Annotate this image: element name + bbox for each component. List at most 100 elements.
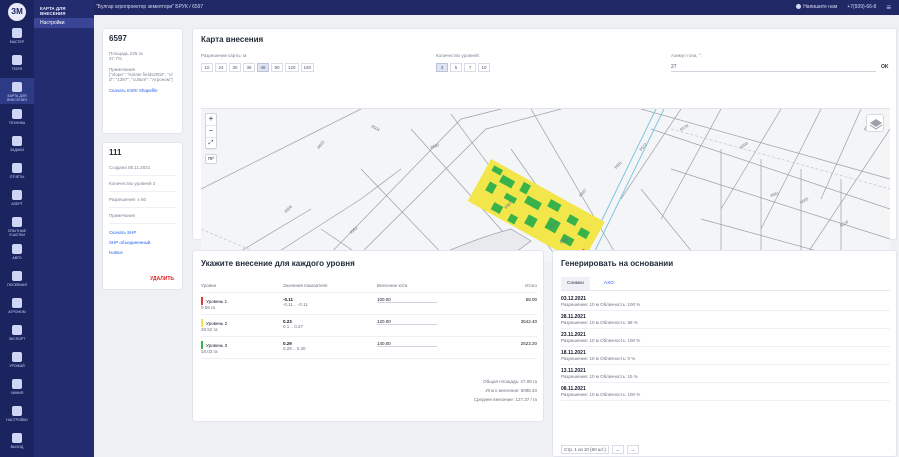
parcel-label: 6565 [799, 196, 810, 205]
levels-header: Уровни Значения показателя Внесение кг/г… [201, 279, 537, 293]
levels-option[interactable]: 5 [450, 63, 462, 72]
snapshot-item[interactable]: 08.11.2021 Разрешение: 10 м Облачность: 1… [561, 383, 890, 401]
generate-tabs: Снимки АХО [561, 277, 890, 291]
level-total: 58.00 [525, 297, 537, 302]
measure-icon[interactable]: m² [205, 154, 217, 164]
rail-item[interactable]: ОПЫТНЫЕ УЧАСТКИ [0, 213, 34, 239]
snapshot-item[interactable]: 18.11.2021 Разрешение: 10 м Облачность: 0… [561, 347, 890, 365]
rail-item-label: МАСТЕР [9, 40, 25, 44]
parcel-label: 6561 [770, 190, 781, 198]
rail-item-label: ПОЛЯ [11, 67, 23, 71]
fullscreen-icon[interactable]: ⤢ [206, 138, 216, 150]
rail-item-label: ЗАДАЧИ [10, 148, 24, 152]
rail-item[interactable]: ТЕХНИКА [0, 105, 34, 131]
parcel-label: 6580 [430, 142, 441, 150]
rail-item[interactable]: АГРОНОМ [0, 294, 34, 320]
menu-icon[interactable]: ≡ [886, 0, 891, 15]
tab-snapshots[interactable]: Снимки [561, 277, 590, 290]
nav-icon [12, 55, 22, 65]
rail-item[interactable]: МАСТЕР [0, 24, 34, 50]
rail-item[interactable]: ПОСЕВНАЯ [0, 267, 34, 293]
nav-icon [12, 433, 22, 443]
field-area-value: 37.7% [109, 56, 122, 61]
pagination-info: Стр. 1 из 10 (60 шт.) [561, 445, 609, 454]
level-rate-input[interactable]: 100.00 [377, 297, 437, 303]
resolution-option[interactable]: 30 [229, 63, 241, 72]
level-area: 0.58 га [201, 305, 216, 310]
rail-item[interactable]: АЛЕРТ [0, 186, 34, 212]
rail-item[interactable]: ХИМИЯ [0, 375, 34, 401]
nav-icon [12, 244, 22, 254]
download-shp-link[interactable]: Скачать SHP [109, 230, 176, 235]
layers-icon[interactable] [866, 114, 884, 132]
levels-selector: 3 5 7 10 [436, 63, 490, 72]
azimuth-input[interactable]: 27 [671, 63, 876, 72]
prev-page-button[interactable]: ← [611, 445, 624, 454]
level-area: 18.03 га [201, 349, 218, 354]
shp-combined-link[interactable]: SHP объединенный [109, 240, 176, 245]
user-phone[interactable]: +7(939)-66-8 [847, 0, 876, 15]
resolution-option[interactable]: 150 [300, 63, 315, 72]
rail-item[interactable]: УРОЖАЙ [0, 348, 34, 374]
rail-item[interactable]: ПОЛЯ [0, 51, 34, 77]
nav-icon [12, 406, 22, 416]
nav-icon [12, 379, 22, 389]
resolution-option[interactable]: 10 [201, 63, 213, 72]
snapshot-item[interactable]: 13.11.2021 Разрешение: 10 м Облачность: 1… [561, 365, 890, 383]
parcel-label: 6593 [739, 140, 750, 150]
parcel-label: 6578 [679, 123, 690, 132]
nav-item-settings[interactable]: Настройки [34, 18, 94, 28]
zoom-in-button[interactable]: + [206, 114, 216, 126]
map-id: 111 [109, 148, 122, 157]
nav-icon [12, 109, 22, 119]
rail-item[interactable]: АВТО [0, 240, 34, 266]
level-rate-input[interactable]: 120.00 [377, 319, 437, 325]
rail-item-label: ОТЧЁТЫ [9, 175, 25, 179]
rail-item-label: ПОСЕВНАЯ [7, 283, 27, 287]
nav-title: КАРТА ДЛЯ ВНЕСЕНИЯ [40, 6, 66, 16]
resolution-option[interactable]: 90 [271, 63, 283, 72]
breadcrumb[interactable]: "Булгар агропроектор земелтори" БРУК / 6… [96, 0, 203, 15]
resolution-option[interactable]: 48 [257, 63, 269, 72]
level-name: Уровень 2 [206, 321, 228, 326]
rail-item[interactable]: ВЫХОД [0, 429, 34, 455]
levels-label: Количество уровней: [436, 53, 480, 58]
resolution-option[interactable]: 36 [243, 63, 255, 72]
level-rate-input[interactable]: 140.00 [377, 341, 437, 347]
levels-card: Укажите внесение для каждого уровня Уров… [192, 250, 544, 422]
rail-item[interactable]: ЗАДАЧИ [0, 132, 34, 158]
levels-option[interactable]: 10 [478, 63, 490, 72]
isobus-link[interactable]: IsoBus [109, 250, 176, 255]
rail-item-label: АГРОНОМ [8, 310, 26, 314]
rail-item[interactable]: НАСТРОЙКИ [0, 402, 34, 428]
snapshot-item[interactable]: 23.11.2021 Разрешение: 10 м Облачность: 1… [561, 329, 890, 347]
level-area: 28.52 га [201, 327, 218, 332]
levels-option[interactable]: 3 [436, 63, 448, 72]
nav-icon [12, 28, 22, 38]
tab-agrochem[interactable]: АХО [598, 277, 620, 290]
snapshot-item[interactable]: 03.12.2021 Разрешение: 10 м Облачность: 1… [561, 293, 890, 311]
download-shapefile-link[interactable]: Скачать ESRI Shapefile [109, 88, 176, 93]
rail-item[interactable]: ОТЧЁТЫ [0, 159, 34, 185]
snapshot-meta: Разрешение: 10 м Облачность: 100 % [561, 392, 641, 397]
level-color-swatch [201, 341, 203, 349]
app-logo[interactable]: ЗМ [8, 3, 26, 21]
level-row: Уровень 1 0.58 га -0.11 -0.11 .. -0.11 100.0… [201, 293, 537, 315]
rail-item[interactable]: КАРТА ДЛЯ ВНЕСЕНИЯ [0, 78, 34, 104]
map-canvas[interactable]: 6603 6504 6580 6587 6575 6568 6597 6591 6572 6578… [201, 108, 890, 262]
levels-option[interactable]: 7 [464, 63, 476, 72]
next-page-button[interactable]: → [626, 445, 639, 454]
ok-button[interactable]: OK [881, 63, 889, 72]
rail-item-label: АВТО [12, 256, 22, 260]
parcel-label: 6510 [839, 219, 850, 228]
zoom-out-button[interactable]: − [206, 126, 216, 138]
rail-item-label: АЛЕРТ [11, 202, 23, 206]
help-link[interactable]: Напишите нам [796, 0, 837, 15]
resolution-option[interactable]: 24 [215, 63, 227, 72]
rail-item[interactable]: ЭКСПОРТ [0, 321, 34, 347]
total-amount: Итого внесение: 6098.40 [485, 388, 537, 393]
snapshot-item[interactable]: 28.11.2021 Разрешение: 10 м Облачность: 9… [561, 311, 890, 329]
parcel-label: 6591 [613, 159, 623, 169]
resolution-option[interactable]: 120 [285, 63, 299, 72]
delete-button[interactable]: УДАЛИТЬ [150, 276, 174, 282]
